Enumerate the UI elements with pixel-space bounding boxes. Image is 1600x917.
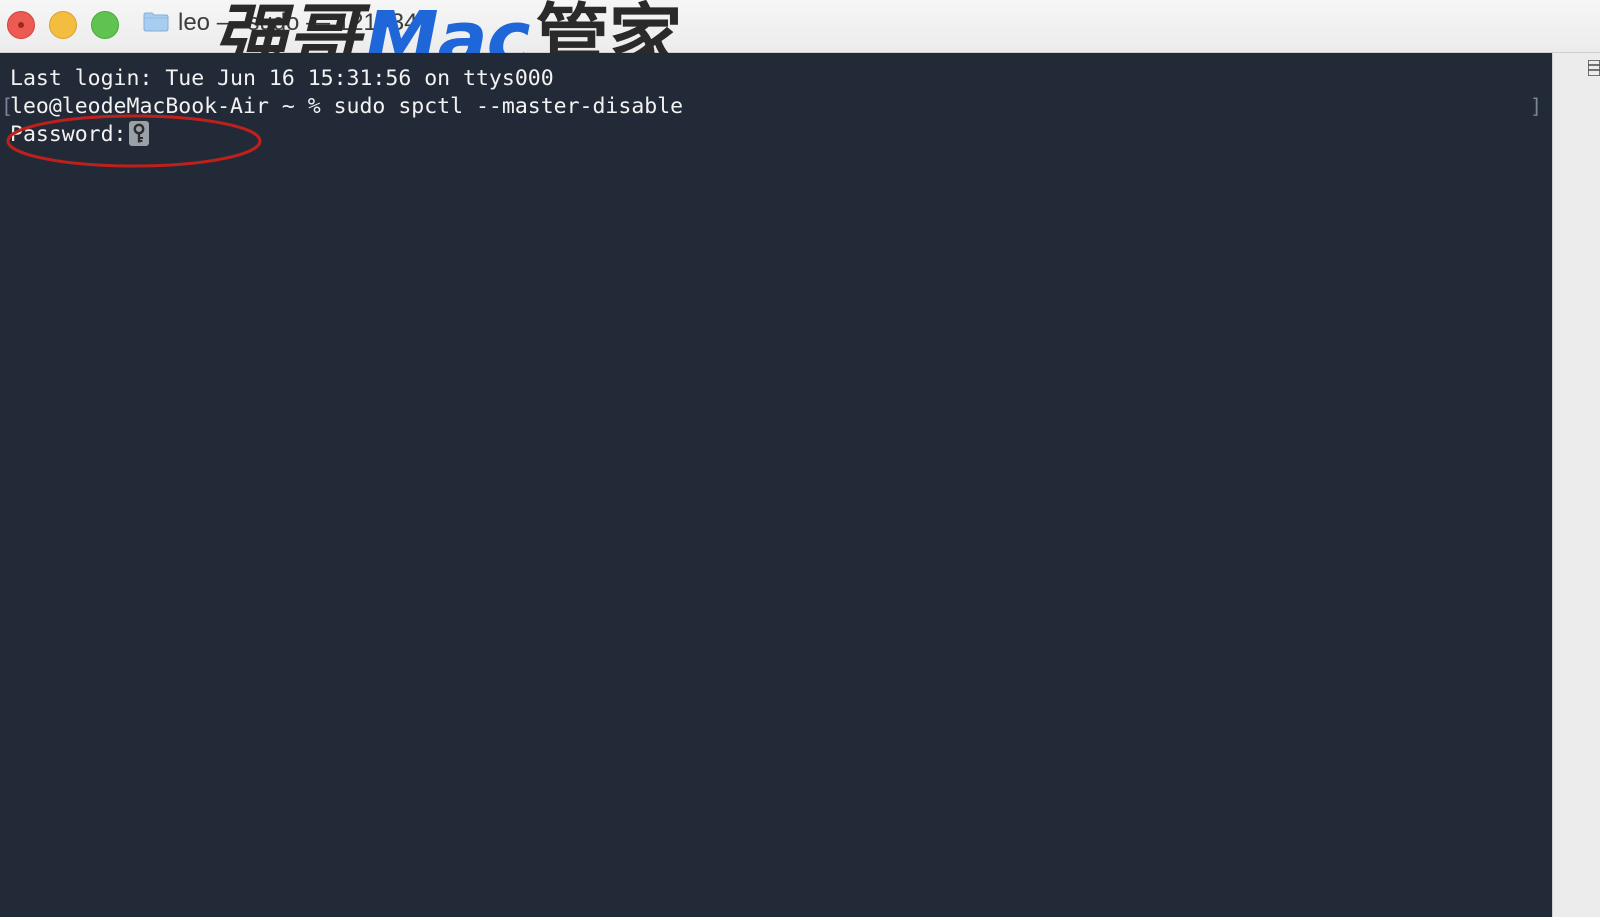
terminal-line-last-login: Last login: Tue Jun 16 15:31:56 on ttys0… — [10, 66, 554, 91]
terminal-window: leo — sudo — 121×34 强哥Mac管家 Last login: … — [0, 0, 1600, 917]
scroll-area[interactable] — [1552, 53, 1600, 917]
minimize-button[interactable] — [49, 11, 77, 39]
close-dot-icon — [18, 22, 24, 28]
title-bar[interactable]: leo — sudo — 121×34 强哥Mac管家 — [0, 0, 1600, 82]
close-button[interactable] — [7, 11, 35, 39]
annotation-ellipse — [6, 114, 262, 168]
menu-icon[interactable] — [1588, 60, 1600, 76]
terminal-output[interactable]: Last login: Tue Jun 16 15:31:56 on ttys0… — [0, 53, 1552, 917]
zoom-button[interactable] — [91, 11, 119, 39]
mark-bracket-right: ] — [1530, 94, 1543, 118]
folder-icon — [143, 12, 169, 32]
